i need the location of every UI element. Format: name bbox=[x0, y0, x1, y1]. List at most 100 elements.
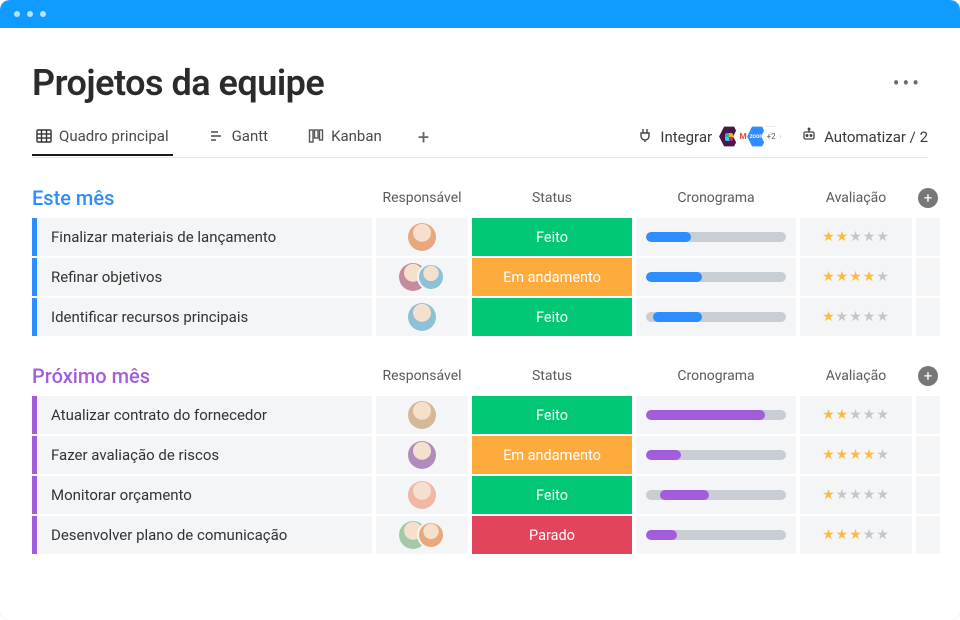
tab-label: Kanban bbox=[331, 127, 382, 145]
star-icon: ★ bbox=[876, 407, 890, 423]
star-icon: ★ bbox=[836, 527, 850, 543]
avatar bbox=[408, 401, 436, 429]
tab-kanban[interactable]: Kanban bbox=[304, 127, 386, 154]
star-icon: ★ bbox=[876, 229, 890, 245]
star-icon: ★ bbox=[849, 229, 863, 245]
rating-cell[interactable]: ★★★★★ bbox=[800, 476, 912, 514]
column-header-timeline: Cronograma bbox=[636, 190, 796, 206]
row-tail bbox=[916, 218, 940, 256]
owner-cell[interactable] bbox=[376, 218, 468, 256]
integrate-label: Integrar bbox=[660, 128, 712, 146]
star-icon: ★ bbox=[822, 527, 836, 543]
integration-badges: M zoom +2 bbox=[719, 126, 781, 148]
task-cell[interactable]: Atualizar contrato do fornecedor bbox=[32, 396, 372, 434]
row-tail bbox=[916, 258, 940, 296]
tab-gantt[interactable]: Gantt bbox=[205, 127, 272, 154]
automate-button[interactable]: Automatizar / 2 bbox=[801, 127, 928, 155]
column-header-timeline: Cronograma bbox=[636, 368, 796, 384]
row-tail bbox=[916, 436, 940, 474]
star-icon: ★ bbox=[836, 229, 850, 245]
star-icon: ★ bbox=[822, 309, 836, 325]
page-title: Projetos da equipe bbox=[32, 62, 324, 104]
star-icon: ★ bbox=[836, 407, 850, 423]
star-icon: ★ bbox=[849, 447, 863, 463]
group-title[interactable]: Próximo mês bbox=[32, 364, 372, 388]
avatar bbox=[408, 441, 436, 469]
star-icon: ★ bbox=[836, 487, 850, 503]
task-cell[interactable]: Refinar objetivos bbox=[32, 258, 372, 296]
owner-cell[interactable] bbox=[376, 396, 468, 434]
avatar bbox=[417, 521, 445, 549]
status-cell[interactable]: Parado bbox=[472, 516, 632, 554]
rating-cell[interactable]: ★★★★★ bbox=[800, 218, 912, 256]
avatar bbox=[408, 223, 436, 251]
tab-main-board[interactable]: Quadro principal bbox=[32, 127, 173, 156]
traffic-dot-icon bbox=[27, 11, 33, 17]
star-icon: ★ bbox=[876, 309, 890, 325]
add-column-button[interactable]: + bbox=[918, 366, 938, 386]
window-titlebar bbox=[0, 0, 960, 28]
timeline-cell[interactable] bbox=[636, 218, 796, 256]
timeline-cell[interactable] bbox=[636, 516, 796, 554]
rating-cell[interactable]: ★★★★★ bbox=[800, 258, 912, 296]
more-integrations-badge: +2 bbox=[761, 126, 781, 148]
task-cell[interactable]: Finalizar materiais de lançamento bbox=[32, 218, 372, 256]
star-icon: ★ bbox=[863, 309, 877, 325]
rating-cell[interactable]: ★★★★★ bbox=[800, 396, 912, 434]
add-view-button[interactable]: + bbox=[418, 125, 429, 157]
star-icon: ★ bbox=[863, 487, 877, 503]
status-cell[interactable]: Em andamento bbox=[472, 436, 632, 474]
star-icon: ★ bbox=[822, 229, 836, 245]
rating-cell[interactable]: ★★★★★ bbox=[800, 516, 912, 554]
timeline-cell[interactable] bbox=[636, 258, 796, 296]
traffic-dot-icon bbox=[14, 11, 20, 17]
star-icon: ★ bbox=[876, 447, 890, 463]
avatar bbox=[408, 303, 436, 331]
star-icon: ★ bbox=[849, 309, 863, 325]
status-cell[interactable]: Feito bbox=[472, 476, 632, 514]
task-cell[interactable]: Fazer avaliação de riscos bbox=[32, 436, 372, 474]
row-tail bbox=[916, 516, 940, 554]
status-cell[interactable]: Em andamento bbox=[472, 258, 632, 296]
rating-cell[interactable]: ★★★★★ bbox=[800, 298, 912, 336]
more-options-button[interactable]: ••• bbox=[893, 71, 928, 95]
column-header-status: Status bbox=[472, 368, 632, 384]
star-icon: ★ bbox=[822, 447, 836, 463]
row-tail bbox=[916, 396, 940, 434]
timeline-cell[interactable] bbox=[636, 298, 796, 336]
status-cell[interactable]: Feito bbox=[472, 298, 632, 336]
star-icon: ★ bbox=[836, 447, 850, 463]
timeline-cell[interactable] bbox=[636, 396, 796, 434]
column-header-rating: Avaliação bbox=[800, 190, 912, 206]
add-column-button[interactable]: + bbox=[918, 188, 938, 208]
view-tabs: Quadro principal Gantt Kanban + bbox=[32, 124, 928, 158]
star-icon: ★ bbox=[822, 487, 836, 503]
tab-label: Quadro principal bbox=[59, 127, 169, 145]
star-icon: ★ bbox=[876, 527, 890, 543]
group-title[interactable]: Este mês bbox=[32, 186, 372, 210]
owner-cell[interactable] bbox=[376, 476, 468, 514]
owner-cell[interactable] bbox=[376, 298, 468, 336]
status-cell[interactable]: Feito bbox=[472, 218, 632, 256]
star-icon: ★ bbox=[876, 487, 890, 503]
traffic-dot-icon bbox=[40, 11, 46, 17]
plug-icon bbox=[637, 127, 653, 147]
owner-cell[interactable] bbox=[376, 436, 468, 474]
owner-cell[interactable] bbox=[376, 516, 468, 554]
integrate-button[interactable]: Integrar M zoom +2 bbox=[637, 126, 781, 156]
row-tail bbox=[916, 476, 940, 514]
avatar bbox=[408, 481, 436, 509]
star-icon: ★ bbox=[863, 269, 877, 285]
column-header-owner: Responsável bbox=[376, 190, 468, 206]
star-icon: ★ bbox=[849, 269, 863, 285]
task-cell[interactable]: Monitorar orçamento bbox=[32, 476, 372, 514]
star-icon: ★ bbox=[863, 229, 877, 245]
star-icon: ★ bbox=[876, 269, 890, 285]
owner-cell[interactable] bbox=[376, 258, 468, 296]
rating-cell[interactable]: ★★★★★ bbox=[800, 436, 912, 474]
task-cell[interactable]: Desenvolver plano de comunicação bbox=[32, 516, 372, 554]
task-cell[interactable]: Identificar recursos principais bbox=[32, 298, 372, 336]
timeline-cell[interactable] bbox=[636, 476, 796, 514]
status-cell[interactable]: Feito bbox=[472, 396, 632, 434]
timeline-cell[interactable] bbox=[636, 436, 796, 474]
